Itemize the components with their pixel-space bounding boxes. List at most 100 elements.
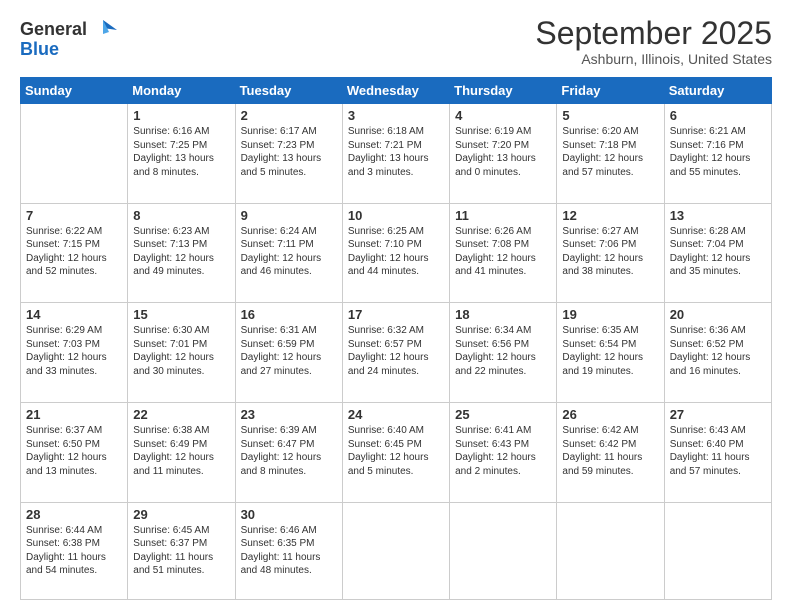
day-info: Sunrise: 6:29 AMSunset: 7:03 PMDaylight:… (26, 324, 122, 378)
table-row: 27 Sunrise: 6:43 AMSunset: 6:40 PMDayligh… (664, 403, 771, 503)
table-row: 18 Sunrise: 6:34 AMSunset: 6:56 PMDayligh… (450, 303, 557, 403)
table-row: 13 Sunrise: 6:28 AMSunset: 7:04 PMDayligh… (664, 203, 771, 303)
table-row: 19 Sunrise: 6:35 AMSunset: 6:54 PMDayligh… (557, 303, 664, 403)
table-row: 1 Sunrise: 6:16 AMSunset: 7:25 PMDaylight… (128, 104, 235, 204)
day-number: 14 (26, 307, 122, 322)
day-info: Sunrise: 6:31 AMSunset: 6:59 PMDaylight:… (241, 324, 337, 378)
day-number: 15 (133, 307, 229, 322)
day-number: 6 (670, 108, 766, 123)
table-row (557, 502, 664, 599)
day-number: 16 (241, 307, 337, 322)
day-number: 2 (241, 108, 337, 123)
logo-blue: Blue (20, 40, 117, 60)
col-thursday: Thursday (450, 78, 557, 104)
day-number: 21 (26, 407, 122, 422)
day-number: 22 (133, 407, 229, 422)
table-row: 24 Sunrise: 6:40 AMSunset: 6:45 PMDayligh… (342, 403, 449, 503)
table-row: 30 Sunrise: 6:46 AMSunset: 6:35 PMDayligh… (235, 502, 342, 599)
day-info: Sunrise: 6:46 AMSunset: 6:35 PMDaylight:… (241, 524, 337, 578)
table-row (342, 502, 449, 599)
table-row: 2 Sunrise: 6:17 AMSunset: 7:23 PMDaylight… (235, 104, 342, 204)
table-row: 9 Sunrise: 6:24 AMSunset: 7:11 PMDaylight… (235, 203, 342, 303)
table-row: 6 Sunrise: 6:21 AMSunset: 7:16 PMDaylight… (664, 104, 771, 204)
day-number: 18 (455, 307, 551, 322)
day-info: Sunrise: 6:41 AMSunset: 6:43 PMDaylight:… (455, 424, 551, 478)
table-row (21, 104, 128, 204)
day-info: Sunrise: 6:19 AMSunset: 7:20 PMDaylight:… (455, 125, 551, 179)
day-number: 1 (133, 108, 229, 123)
col-tuesday: Tuesday (235, 78, 342, 104)
day-info: Sunrise: 6:24 AMSunset: 7:11 PMDaylight:… (241, 225, 337, 279)
day-number: 4 (455, 108, 551, 123)
day-info: Sunrise: 6:34 AMSunset: 6:56 PMDaylight:… (455, 324, 551, 378)
table-row: 16 Sunrise: 6:31 AMSunset: 6:59 PMDayligh… (235, 303, 342, 403)
day-number: 3 (348, 108, 444, 123)
page-title: September 2025 (535, 16, 772, 51)
table-row (450, 502, 557, 599)
table-row: 20Sunrise: 6:36 AMSunset: 6:52 PMDayligh… (664, 303, 771, 403)
table-row: 29Sunrise: 6:45 AMSunset: 6:37 PMDayligh… (128, 502, 235, 599)
day-number: 26 (562, 407, 658, 422)
day-info: Sunrise: 6:42 AMSunset: 6:42 PMDaylight:… (562, 424, 658, 478)
day-number: 20 (670, 307, 766, 322)
day-info: Sunrise: 6:39 AMSunset: 6:47 PMDaylight:… (241, 424, 337, 478)
day-info: Sunrise: 6:21 AMSunset: 7:16 PMDaylight:… (670, 125, 766, 179)
day-info: Sunrise: 6:37 AMSunset: 6:50 PMDaylight:… (26, 424, 122, 478)
day-info: Sunrise: 6:16 AMSunset: 7:25 PMDaylight:… (133, 125, 229, 179)
day-info: Sunrise: 6:25 AMSunset: 7:10 PMDaylight:… (348, 225, 444, 279)
table-row: 28Sunrise: 6:44 AMSunset: 6:38 PMDayligh… (21, 502, 128, 599)
table-row (664, 502, 771, 599)
table-row: 15 Sunrise: 6:30 AMSunset: 7:01 PMDayligh… (128, 303, 235, 403)
day-number: 17 (348, 307, 444, 322)
day-info: Sunrise: 6:43 AMSunset: 6:40 PMDaylight:… (670, 424, 766, 478)
table-row: 7 Sunrise: 6:22 AMSunset: 7:15 PMDaylight… (21, 203, 128, 303)
day-number: 30 (241, 507, 337, 522)
day-number: 5 (562, 108, 658, 123)
day-number: 23 (241, 407, 337, 422)
col-wednesday: Wednesday (342, 78, 449, 104)
day-number: 7 (26, 208, 122, 223)
day-info: Sunrise: 6:20 AMSunset: 7:18 PMDaylight:… (562, 125, 658, 179)
day-info: Sunrise: 6:23 AMSunset: 7:13 PMDaylight:… (133, 225, 229, 279)
day-number: 24 (348, 407, 444, 422)
title-block: September 2025 Ashburn, Illinois, United… (535, 16, 772, 67)
col-friday: Friday (557, 78, 664, 104)
col-monday: Monday (128, 78, 235, 104)
table-row: 11Sunrise: 6:26 AMSunset: 7:08 PMDayligh… (450, 203, 557, 303)
col-saturday: Saturday (664, 78, 771, 104)
table-row: 17Sunrise: 6:32 AMSunset: 6:57 PMDayligh… (342, 303, 449, 403)
day-number: 25 (455, 407, 551, 422)
day-info: Sunrise: 6:22 AMSunset: 7:15 PMDaylight:… (26, 225, 122, 279)
day-info: Sunrise: 6:30 AMSunset: 7:01 PMDaylight:… (133, 324, 229, 378)
day-number: 13 (670, 208, 766, 223)
table-row: 4 Sunrise: 6:19 AMSunset: 7:20 PMDaylight… (450, 104, 557, 204)
logo-general: General (20, 20, 87, 40)
logo: General Blue (20, 16, 117, 60)
day-number: 9 (241, 208, 337, 223)
table-row: 12 Sunrise: 6:27 AMSunset: 7:06 PMDayligh… (557, 203, 664, 303)
day-number: 10 (348, 208, 444, 223)
day-info: Sunrise: 6:26 AMSunset: 7:08 PMDaylight:… (455, 225, 551, 279)
table-row: 26 Sunrise: 6:42 AMSunset: 6:42 PMDayligh… (557, 403, 664, 503)
day-number: 27 (670, 407, 766, 422)
table-row: 10 Sunrise: 6:25 AMSunset: 7:10 PMDayligh… (342, 203, 449, 303)
day-info: Sunrise: 6:27 AMSunset: 7:06 PMDaylight:… (562, 225, 658, 279)
table-row: 8 Sunrise: 6:23 AMSunset: 7:13 PMDaylight… (128, 203, 235, 303)
table-row: 3Sunrise: 6:18 AMSunset: 7:21 PMDaylight… (342, 104, 449, 204)
header: General Blue September 2025 Ashburn, Ill… (20, 16, 772, 67)
table-row: 23 Sunrise: 6:39 AMSunset: 6:47 PMDayligh… (235, 403, 342, 503)
day-info: Sunrise: 6:35 AMSunset: 6:54 PMDaylight:… (562, 324, 658, 378)
table-row: 21 Sunrise: 6:37 AMSunset: 6:50 PMDayligh… (21, 403, 128, 503)
table-row: 25 Sunrise: 6:41 AMSunset: 6:43 PMDayligh… (450, 403, 557, 503)
day-info: Sunrise: 6:28 AMSunset: 7:04 PMDaylight:… (670, 225, 766, 279)
day-number: 19 (562, 307, 658, 322)
day-number: 12 (562, 208, 658, 223)
day-number: 29 (133, 507, 229, 522)
day-info: Sunrise: 6:38 AMSunset: 6:49 PMDaylight:… (133, 424, 229, 478)
day-info: Sunrise: 6:17 AMSunset: 7:23 PMDaylight:… (241, 125, 337, 179)
day-info: Sunrise: 6:40 AMSunset: 6:45 PMDaylight:… (348, 424, 444, 478)
table-row: 5 Sunrise: 6:20 AMSunset: 7:18 PMDaylight… (557, 104, 664, 204)
day-number: 8 (133, 208, 229, 223)
table-row: 22 Sunrise: 6:38 AMSunset: 6:49 PMDayligh… (128, 403, 235, 503)
day-info: Sunrise: 6:44 AMSunset: 6:38 PMDaylight:… (26, 524, 122, 578)
